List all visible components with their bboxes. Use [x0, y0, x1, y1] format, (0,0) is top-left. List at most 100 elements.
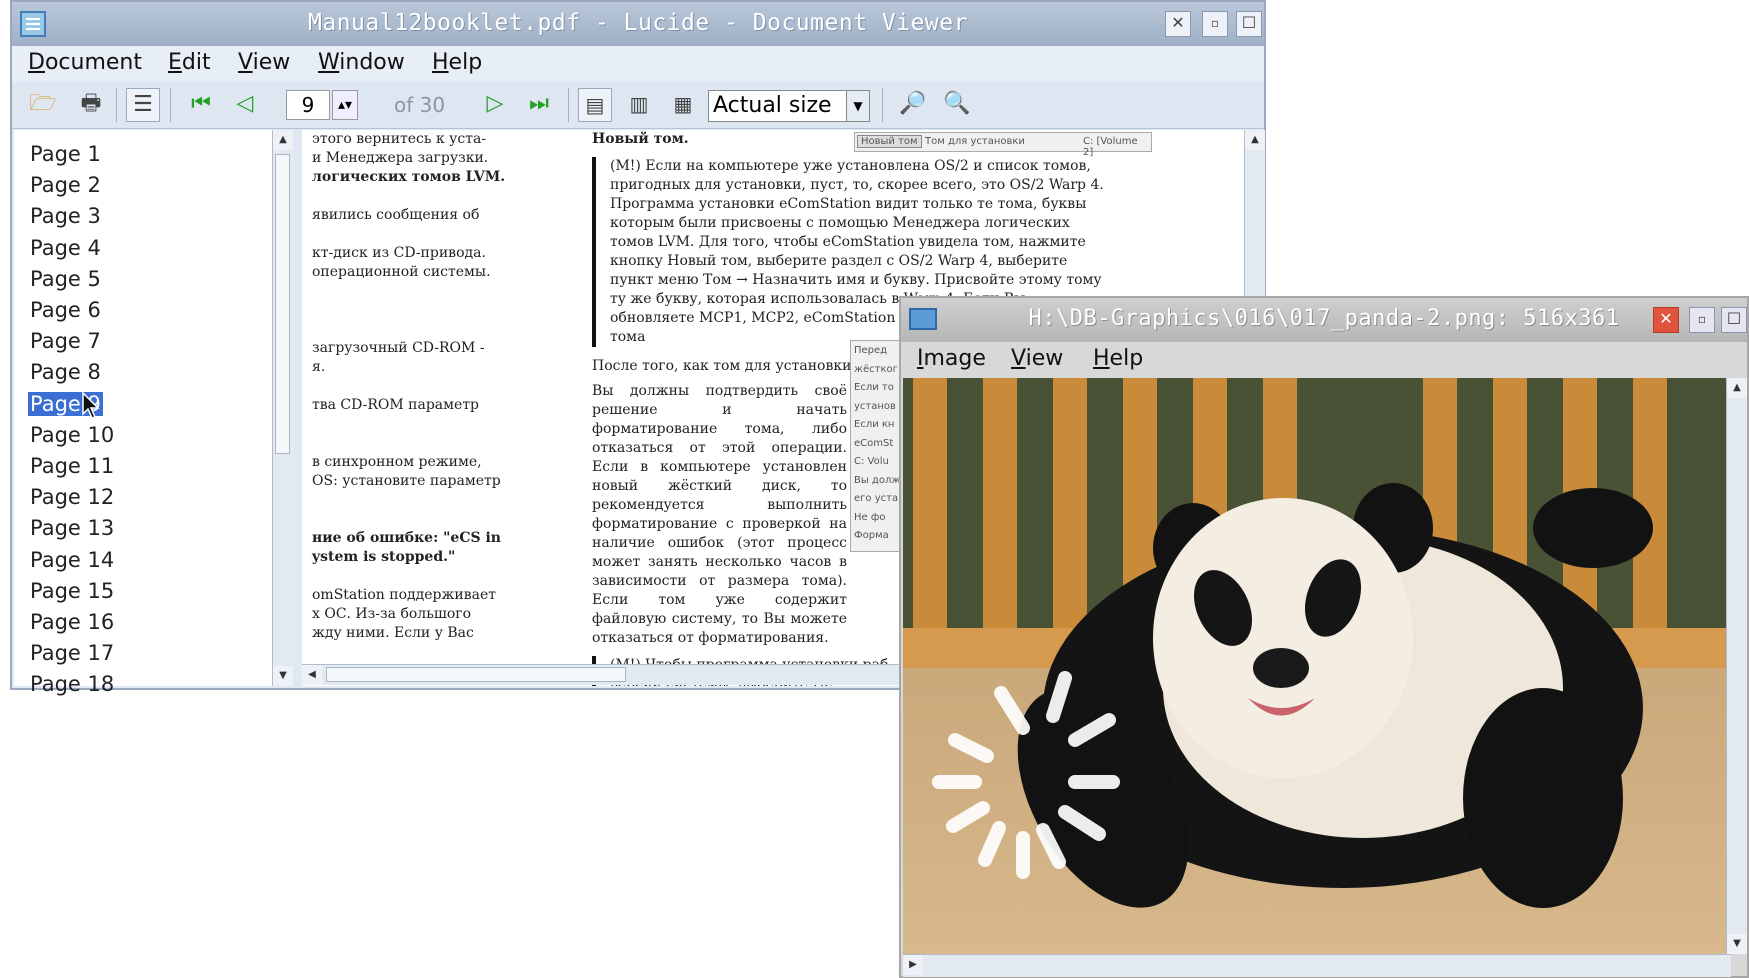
doc-shot-label: Не фо: [854, 511, 886, 523]
viewer-horizontal-scrollbar[interactable]: ◀ ▶: [903, 954, 1731, 977]
chevron-down-icon[interactable]: ▼: [846, 91, 869, 121]
image-viewer-window: H:\DB-Graphics\016\017_panda-2.png: 516x…: [899, 296, 1749, 978]
doc-left-line: этого вернитесь к уста-: [312, 131, 487, 147]
maximize-button[interactable]: ☐: [1236, 11, 1262, 37]
doc-left-line: ние об ошибке: "eCS in: [312, 530, 501, 546]
document-hscroll-thumb[interactable]: [326, 667, 626, 682]
scroll-down-arrow[interactable]: ▼: [273, 666, 293, 686]
lucide-window-title: Manual12booklet.pdf - Lucide - Document …: [308, 10, 968, 36]
menu-document[interactable]: Document: [28, 50, 142, 75]
toggle-pages-icon[interactable]: ☰: [126, 88, 160, 122]
next-page-icon[interactable]: ▷: [478, 88, 512, 122]
lucide-titlebar[interactable]: Manual12booklet.pdf - Lucide - Document …: [12, 2, 1264, 46]
menu-edit[interactable]: Edit: [168, 50, 211, 75]
panda-photo: [903, 378, 1731, 954]
doc-left-line: х ОС. Из-за большого: [312, 606, 472, 622]
document-horizontal-scrollbar[interactable]: ◀: [302, 664, 912, 685]
sidebar-scrollbar[interactable]: ▲ ▼: [272, 130, 293, 686]
page-list-item[interactable]: Page 7: [28, 329, 103, 353]
doc-shot-button: Новый том: [857, 135, 922, 148]
doc-left-line: операционной системы.: [312, 264, 491, 280]
doc-left-line: кт-диск из CD-привода.: [312, 245, 486, 261]
scroll-right-arrow[interactable]: ▶: [903, 955, 923, 975]
print-icon[interactable]: 🖶: [74, 88, 108, 122]
page-list-item[interactable]: Page 15: [28, 579, 116, 603]
find-icon[interactable]: 🔎: [896, 88, 930, 122]
first-page-icon[interactable]: ⏮: [184, 88, 218, 122]
viewer-window-title: H:\DB-Graphics\016\017_panda-2.png: 516x…: [1028, 306, 1620, 331]
page-list-item[interactable]: Page 13: [28, 516, 116, 540]
doc-left-line: в синхронном режиме,: [312, 454, 482, 470]
single-page-icon[interactable]: ▤: [578, 88, 612, 122]
page-list-item[interactable]: Page 14: [28, 548, 116, 572]
minimize-button[interactable]: ▫: [1202, 11, 1228, 37]
scroll-up-arrow[interactable]: ▲: [1727, 378, 1747, 398]
doc-left-line: [312, 225, 512, 244]
doc-screenshot-1: Новый том Том для установки C: [Volume 2…: [854, 132, 1152, 158]
page-list-item[interactable]: Page 3: [28, 204, 103, 228]
lucide-menubar: Document Edit View Window Help: [12, 46, 1264, 82]
zoom-select[interactable]: Actual size ▼: [708, 90, 870, 122]
viewer-menu-image[interactable]: Image: [917, 346, 986, 371]
doc-shot-field: Том для установки: [925, 136, 1025, 147]
doc-left-line: [312, 187, 512, 206]
panda-image: [903, 378, 1731, 954]
doc-left-line: [312, 301, 512, 320]
find-again-icon[interactable]: 🔍: [940, 88, 974, 122]
doc-shot-label: его устан: [854, 493, 905, 504]
doc-left-line: логических томов LVM.: [312, 169, 506, 185]
viewer-menu-view[interactable]: View: [1011, 346, 1063, 371]
page-count-label: of 30: [394, 93, 446, 117]
doc-shot-label: жёстког: [854, 363, 898, 375]
continuous-page-icon[interactable]: ▥: [622, 88, 656, 122]
page-spinner[interactable]: ▴▾: [332, 90, 358, 120]
page-list-item[interactable]: Page 11: [28, 454, 116, 478]
previous-page-icon[interactable]: ◁: [228, 88, 262, 122]
viewer-close-button[interactable]: ✕: [1653, 307, 1679, 333]
doc-left-line: [312, 567, 512, 586]
scroll-left-arrow[interactable]: ◀: [302, 665, 322, 685]
page-list-item[interactable]: Page 1: [28, 142, 103, 166]
fit-page-icon[interactable]: ▦: [666, 88, 700, 122]
viewer-minimize-button[interactable]: ▫: [1689, 307, 1715, 333]
doc-paragraph-2: Вы должны подтвердить своё решение и нач…: [592, 383, 847, 646]
doc-left-line: я.: [312, 359, 326, 375]
page-list-item[interactable]: Page 17: [28, 641, 116, 665]
viewer-titlebar[interactable]: H:\DB-Graphics\016\017_panda-2.png: 516x…: [901, 298, 1747, 342]
close-button[interactable]: ✕: [1165, 11, 1191, 37]
page-list-item[interactable]: Page 2: [28, 173, 103, 197]
toolbar-separator: [882, 88, 883, 122]
page-list-item[interactable]: Page 6: [28, 298, 103, 322]
menu-help[interactable]: Help: [432, 50, 482, 75]
sidebar-scroll-thumb[interactable]: [275, 154, 290, 454]
doc-left-line: [312, 491, 512, 510]
open-folder-icon[interactable]: 🗁: [26, 88, 60, 122]
doc-left-line: omStation поддерживает: [312, 587, 496, 603]
doc-shot-label: C: Volu: [854, 456, 889, 467]
page-list-item[interactable]: Page 5: [28, 267, 103, 291]
last-page-icon[interactable]: ⏭: [522, 88, 556, 122]
doc-left-line: и Менеджера загрузки.: [312, 150, 489, 166]
doc-left-line: [312, 415, 512, 434]
scroll-up-arrow[interactable]: ▲: [1245, 130, 1265, 150]
page-list-item[interactable]: Page 8: [28, 360, 103, 384]
doc-shot-volume: C: [Volume 2]: [1083, 136, 1138, 158]
scroll-up-arrow[interactable]: ▲: [273, 130, 293, 150]
menu-view[interactable]: View: [238, 50, 290, 75]
doc-left-line: OS: установите параметр: [312, 473, 501, 489]
menu-window[interactable]: Window: [318, 50, 405, 75]
page-list-item[interactable]: Page 4: [28, 236, 103, 260]
scroll-down-arrow[interactable]: ▼: [1727, 934, 1747, 954]
document-left-column: этого вернитесь к уста-и Менеджера загру…: [312, 130, 512, 643]
page-list-item[interactable]: Page 18: [28, 672, 116, 696]
toolbar-separator: [116, 88, 117, 122]
viewer-menu-help[interactable]: Help: [1093, 346, 1143, 371]
pages-sidebar: Page 1 Page 2 Page 3 Page 4 Page 5 Page 6 Page…: [14, 130, 293, 696]
page-list-item[interactable]: Page 10: [28, 423, 116, 447]
doc-left-line: [312, 510, 512, 529]
viewer-vertical-scrollbar[interactable]: ▲ ▼: [1726, 378, 1747, 954]
page-number-input[interactable]: 9: [286, 90, 330, 120]
page-list-item[interactable]: Page 12: [28, 485, 116, 509]
page-list-item[interactable]: Page 16: [28, 610, 116, 634]
viewer-maximize-button[interactable]: ☐: [1721, 307, 1747, 333]
